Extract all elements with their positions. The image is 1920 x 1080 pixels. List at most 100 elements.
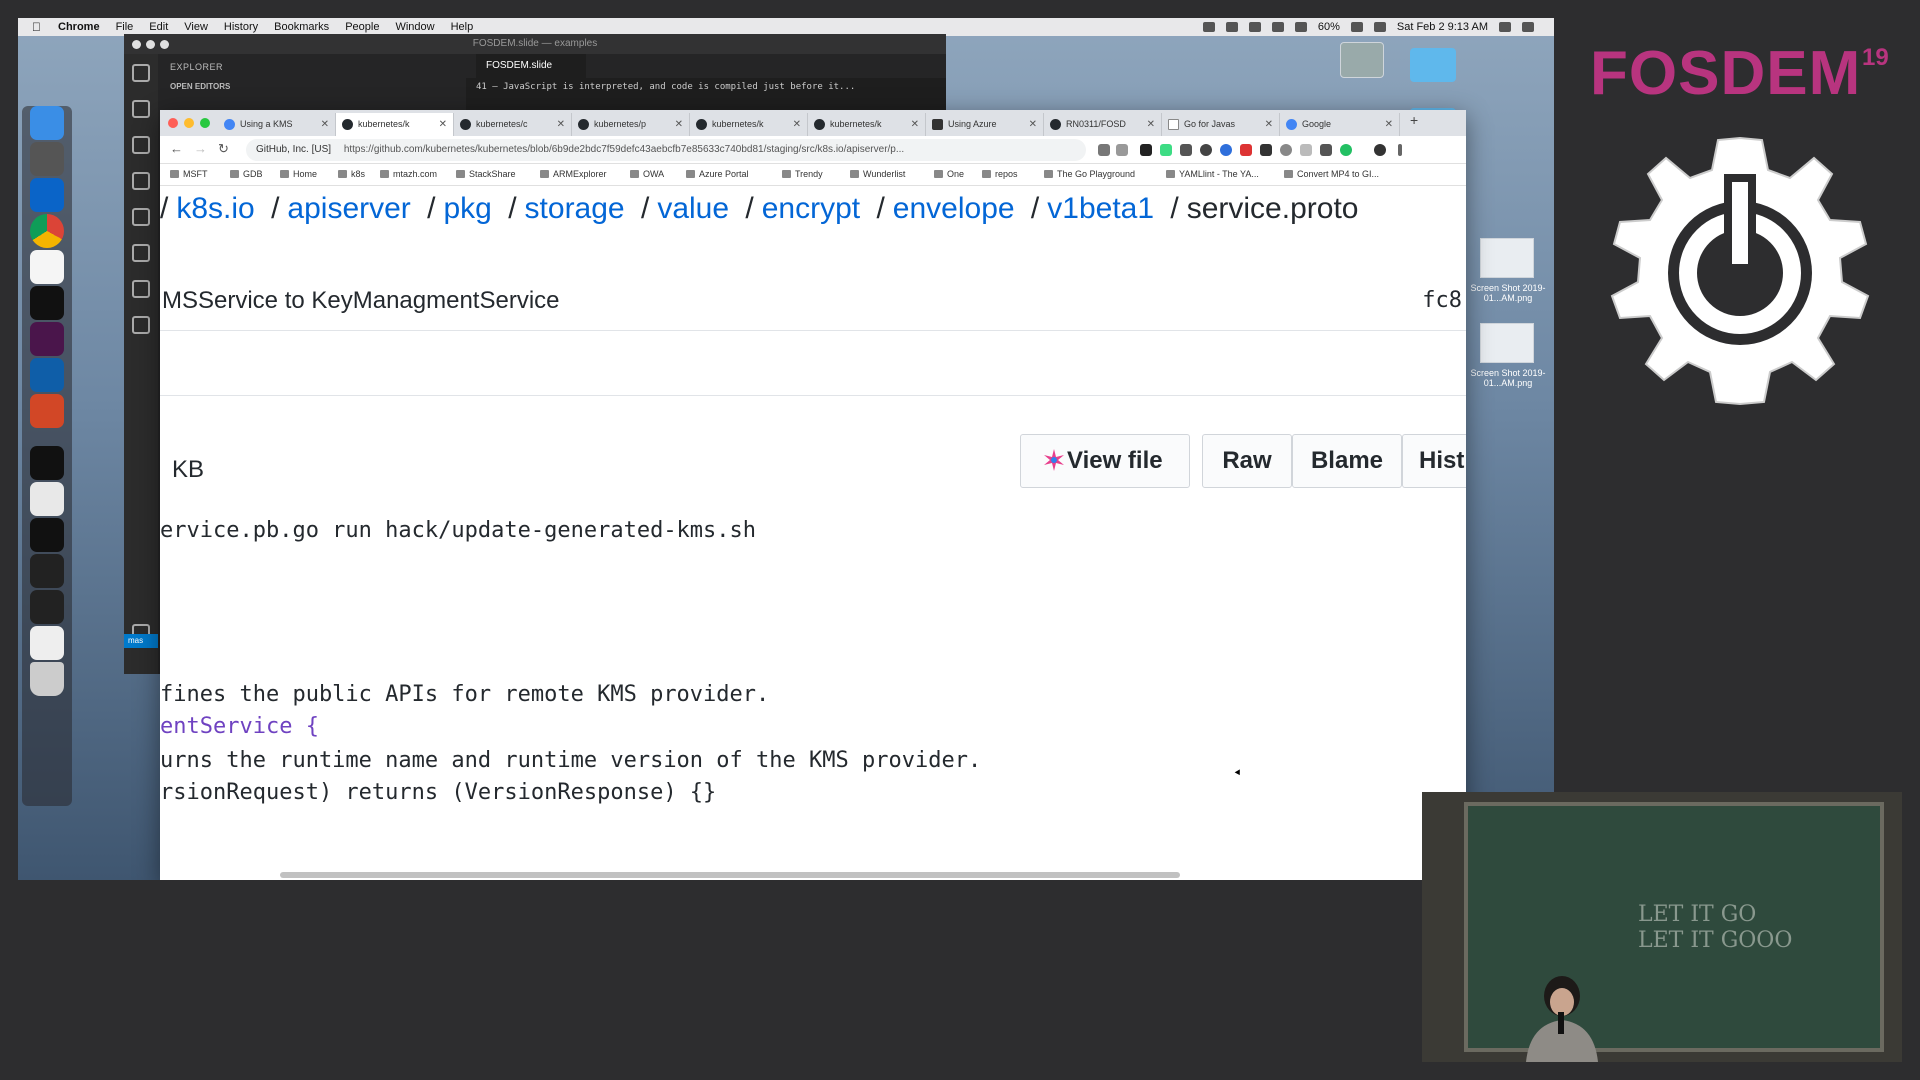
extension-icon[interactable] [1260,144,1272,156]
extension-icon[interactable] [1300,144,1312,156]
bookmark-item[interactable]: OWA [630,169,664,179]
site-identity[interactable]: GitHub, Inc. [US] [256,144,331,155]
back-icon[interactable]: ← [170,141,183,156]
spotlight-icon[interactable] [1499,22,1511,32]
screenshot-file-icon[interactable] [1480,238,1534,278]
bookmark-item[interactable]: One [934,169,964,179]
chrome-tab[interactable]: Go for Javas ✕ [1162,113,1280,136]
extension-icon[interactable] [1200,144,1212,156]
breadcrumb-v1beta1[interactable]: v1beta1 [1047,192,1154,225]
extensions-icon[interactable] [132,208,150,226]
notes-icon[interactable] [30,250,64,284]
outlook-icon[interactable] [30,178,64,212]
extension-icon[interactable] [1140,144,1152,156]
window-thumbnail-icon[interactable] [30,518,64,552]
breadcrumb-apiserver[interactable]: apiserver [287,192,410,225]
close-tab-icon[interactable]: ✕ [793,113,801,136]
zoom-icon[interactable] [200,118,210,128]
bookmark-item[interactable]: ARMExplorer [540,169,607,179]
bookmark-item[interactable]: GDB [230,169,263,179]
close-tab-icon[interactable]: ✕ [557,113,565,136]
forward-icon[interactable]: → [194,141,207,156]
airplay-icon[interactable] [1271,22,1284,32]
extension-icon[interactable] [1340,144,1352,156]
files-icon[interactable] [132,64,150,82]
folder-icon[interactable] [1410,48,1456,82]
extension-icon[interactable] [1180,144,1192,156]
globe-icon[interactable] [1202,22,1215,32]
flag-icon[interactable] [1373,22,1386,32]
source-control-icon[interactable] [132,136,150,154]
breadcrumb-encrypt[interactable]: encrypt [762,192,860,225]
docker-icon[interactable] [132,316,150,334]
url-text[interactable]: https://github.com/kubernetes/kubernetes… [344,144,904,155]
menu-help[interactable]: Help [451,21,474,33]
terminal-icon[interactable] [30,286,64,320]
zoom-icon[interactable] [160,40,169,49]
apple-menu-icon[interactable]:  [32,20,46,34]
new-tab-icon[interactable]: + [1410,112,1418,128]
search-icon[interactable] [132,100,150,118]
system-preferences-icon[interactable] [30,142,64,176]
extension-icon[interactable] [1240,144,1252,156]
chrome-tab[interactable]: RN0311/FOSD ✕ [1044,113,1162,136]
window-thumbnail-icon[interactable] [30,446,64,480]
window-thumbnail-icon[interactable] [30,482,64,516]
bookmark-item[interactable]: k8s [338,169,365,179]
bookmark-item[interactable]: The Go Playground [1044,169,1135,179]
breadcrumb-value[interactable]: value [657,192,729,225]
battery-percent[interactable]: 60% [1318,21,1340,33]
blame-button[interactable]: Blame [1292,434,1402,488]
menu-people[interactable]: People [345,21,379,33]
close-tab-icon[interactable]: ✕ [911,113,919,136]
chrome-tab-active[interactable]: kubernetes/k ✕ [336,113,454,136]
close-tab-icon[interactable]: ✕ [439,113,447,136]
close-tab-icon[interactable]: ✕ [1265,113,1273,136]
horizontal-scrollbar[interactable] [280,872,1180,878]
zoom-icon[interactable] [1098,144,1110,156]
screenshot-file-icon[interactable] [1480,323,1534,363]
breadcrumb-storage[interactable]: storage [525,192,625,225]
menu-edit[interactable]: Edit [149,21,168,33]
live-share-icon[interactable] [132,280,150,298]
chrome-tab[interactable]: kubernetes/c ✕ [454,113,572,136]
breadcrumb-pkg[interactable]: pkg [443,192,491,225]
bookmark-item[interactable]: Home [280,169,317,179]
close-icon[interactable] [132,40,141,49]
close-tab-icon[interactable]: ✕ [1385,113,1393,136]
chrome-tab[interactable]: kubernetes/k ✕ [808,113,926,136]
menu-file[interactable]: File [116,21,134,33]
close-tab-icon[interactable]: ✕ [1147,113,1155,136]
extension-icon[interactable] [1220,144,1232,156]
breadcrumb-k8s-io[interactable]: k8s.io [176,192,254,225]
volume-icon[interactable] [1294,22,1307,32]
time-machine-icon[interactable] [1225,22,1238,32]
window-thumbnail-icon[interactable] [30,554,64,588]
raw-button[interactable]: Raw [1202,434,1292,488]
menu-chrome[interactable]: Chrome [58,21,100,33]
debug-icon[interactable] [132,172,150,190]
reload-icon[interactable]: ↻ [218,141,229,157]
vscode-icon[interactable] [30,358,64,392]
powerpoint-icon[interactable] [30,394,64,428]
window-thumbnail-icon[interactable] [30,626,64,660]
menu-bookmarks[interactable]: Bookmarks [274,21,329,33]
chrome-tab[interactable]: Using Azure ✕ [926,113,1044,136]
bookmark-item[interactable]: Trendy [782,169,823,179]
minimize-icon[interactable] [146,40,155,49]
close-tab-icon[interactable]: ✕ [1029,113,1037,136]
chrome-tab[interactable]: Google ✕ [1280,113,1400,136]
minimize-icon[interactable] [184,118,194,128]
commit-sha[interactable]: fc8 [1422,271,1462,331]
open-editors-section[interactable]: OPEN EDITORS [158,80,466,93]
profile-avatar-icon[interactable] [1374,144,1386,156]
window-thumbnail-icon[interactable] [30,590,64,624]
slack-icon[interactable] [30,322,64,356]
chrome-icon[interactable] [30,214,64,248]
history-button[interactable]: Hist [1402,434,1466,488]
bookmark-item[interactable]: MSFT [170,169,208,179]
bookmark-item[interactable]: mtazh.com [380,169,437,179]
menu-history[interactable]: History [224,21,258,33]
extension-icon[interactable] [1160,144,1172,156]
vscode-branch-status[interactable]: mas [124,634,158,648]
